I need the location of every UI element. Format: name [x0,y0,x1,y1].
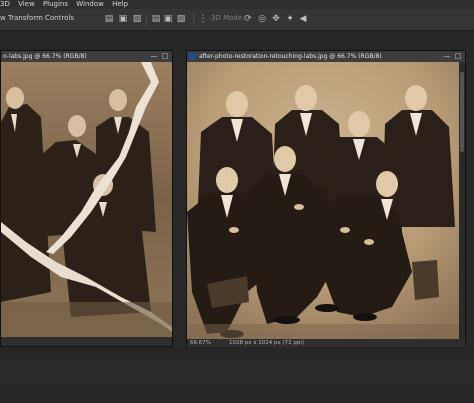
options-bar: w Transform Controls ▤ ▣ ▧ ▤ ▣ ▧ ⋮ 3D Mo… [0,9,474,31]
canvas-after[interactable] [187,62,459,339]
restore-icon[interactable]: □ [161,51,169,62]
damaged-photo [1,62,172,337]
menu-bar: 3D View Plugins Window Help [0,0,474,9]
menu-view[interactable]: View [18,0,35,9]
status-bar-before [1,337,172,346]
workspace-bottom [0,347,474,403]
document-tab-after[interactable]: after-photo-restoration-retouching-labs.… [187,51,465,62]
slide-3d-icon[interactable]: ✦ [285,14,295,24]
minimize-icon[interactable]: — [150,51,158,62]
align-right-icon[interactable]: ▧ [176,14,186,24]
restore-icon[interactable]: □ [454,51,462,62]
minimize-icon[interactable]: — [443,51,451,62]
distribute-icon[interactable]: ⋮ [198,14,208,24]
align-middle-icon[interactable]: ▣ [118,14,128,24]
menu-window[interactable]: Window [76,0,104,9]
restored-photo [187,62,459,339]
drag-3d-icon[interactable]: ✥ [271,14,281,24]
panel-strip [0,359,474,385]
document-tab-before[interactable]: o-labs.jpg @ 66.7% (RGB/8) — □ [1,51,172,62]
ps-file-icon [189,53,196,60]
menu-help[interactable]: Help [112,0,128,9]
3d-mode-label: 3D Mode: [211,14,245,22]
scale-3d-icon[interactable]: ◀ [298,14,308,24]
align-bottom-icon[interactable]: ▧ [132,14,142,24]
transform-controls-label[interactable]: w Transform Controls [0,14,74,22]
canvas-before[interactable] [1,62,172,337]
align-left-icon[interactable]: ▤ [151,14,161,24]
document-window-before[interactable]: o-labs.jpg @ 66.7% (RGB/8) — □ [0,50,173,347]
document-title-after: after-photo-restoration-retouching-labs.… [199,53,382,60]
menu-plugins[interactable]: Plugins [43,0,68,9]
menu-3d[interactable]: 3D [0,0,10,9]
align-center-icon[interactable]: ▣ [163,14,173,24]
scroll-thumb[interactable] [460,72,464,152]
document-title-before: o-labs.jpg @ 66.7% (RGB/8) [3,53,87,60]
roll-3d-icon[interactable]: ◎ [257,14,267,24]
rotate-3d-icon[interactable]: ⟳ [243,14,253,24]
document-window-after[interactable]: after-photo-restoration-retouching-labs.… [186,50,466,349]
vertical-scrollbar[interactable] [459,62,465,339]
align-top-icon[interactable]: ▤ [104,14,114,24]
panel-gap [0,31,474,50]
